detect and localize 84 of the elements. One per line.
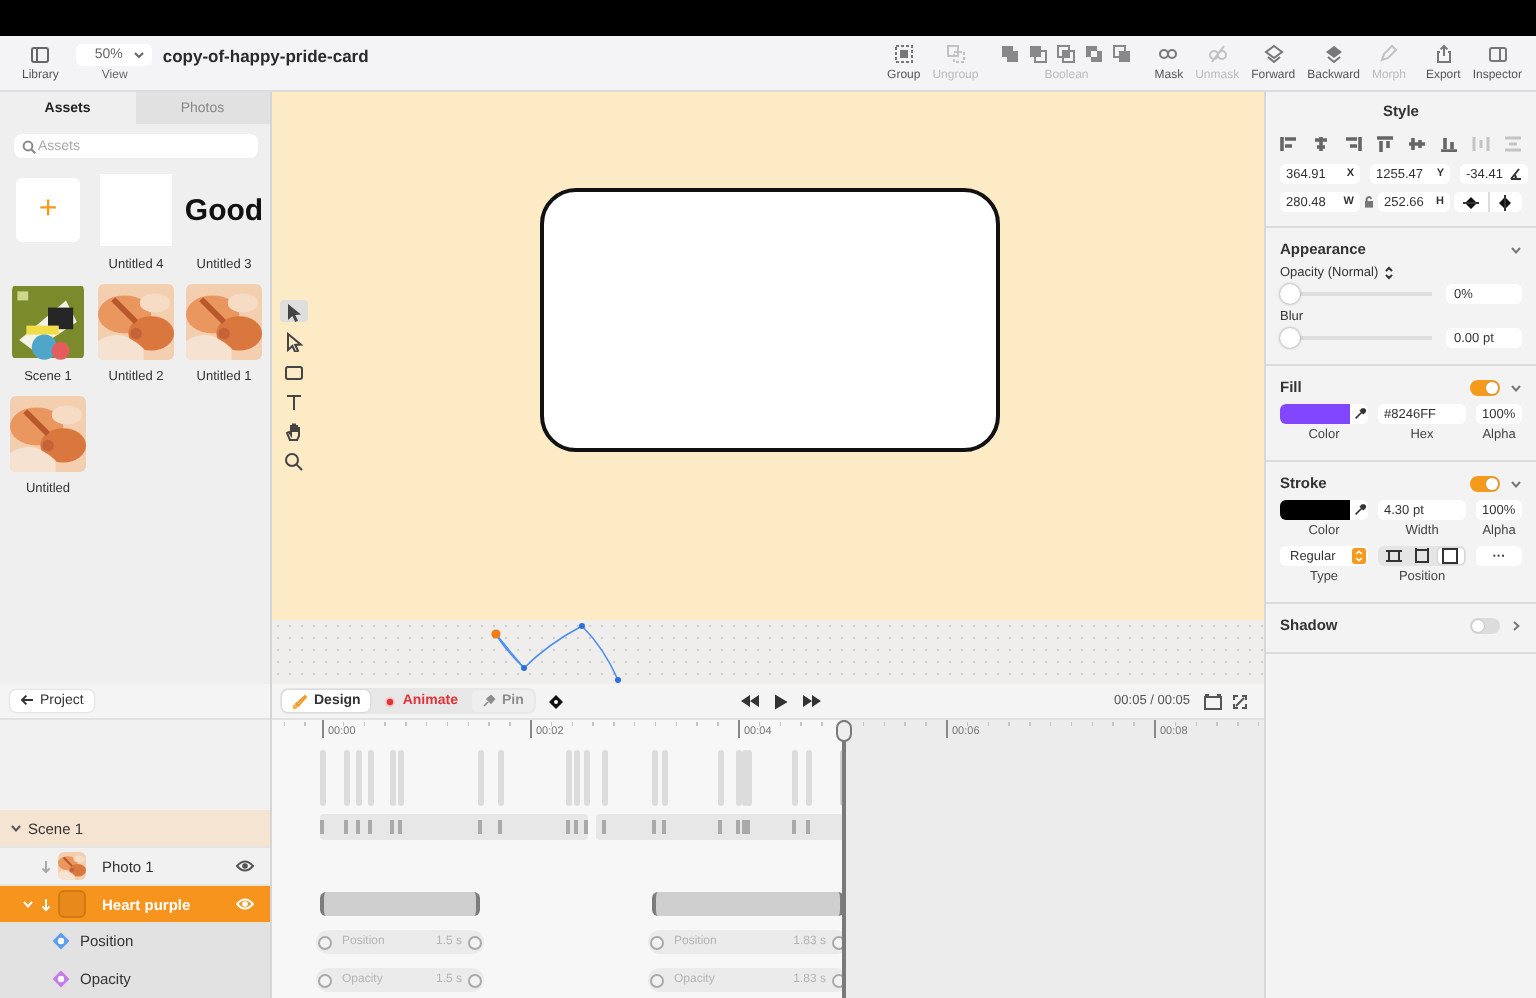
align-icon[interactable] (1376, 136, 1394, 152)
stroke-position-button[interactable] (1437, 548, 1464, 564)
rectangle-icon (284, 361, 304, 381)
clip-bar[interactable] (652, 892, 844, 916)
overlapping-squares-icon (1000, 44, 1021, 64)
unmask-icon (1207, 44, 1228, 64)
slider-thumb[interactable] (1280, 328, 1300, 348)
keyframe-handle[interactable] (650, 935, 664, 949)
keyframe-icon[interactable] (547, 693, 564, 709)
chevron-icon[interactable] (1510, 243, 1522, 255)
keyframe-handle[interactable] (832, 973, 846, 987)
shape-thumbnail (58, 890, 86, 919)
align-icon[interactable] (1408, 136, 1426, 152)
layer-up-icon (1263, 44, 1284, 64)
keyframe-handle[interactable] (650, 973, 664, 987)
align-icon[interactable] (1280, 136, 1298, 152)
clip-bar[interactable] (320, 892, 480, 916)
play-icon[interactable] (773, 693, 788, 709)
overlapping-squares-icon (1028, 44, 1049, 64)
stroke-position-button[interactable] (1380, 548, 1407, 564)
chevron-icon[interactable] (1510, 477, 1522, 489)
pin-icon (481, 694, 496, 708)
document-title: copy-of-happy-pride-card (162, 46, 369, 66)
outline-pointer-icon (284, 331, 304, 351)
stepper-icon[interactable] (1384, 266, 1395, 280)
search-icon (22, 139, 36, 153)
overlapping-squares-icon (1084, 44, 1105, 64)
tool-button[interactable] (280, 300, 308, 322)
eyedropper-button[interactable] (1350, 404, 1368, 424)
lock-icon[interactable] (1364, 196, 1374, 208)
rewind-icon[interactable] (739, 694, 760, 708)
chevron-icon[interactable] (1510, 619, 1522, 631)
expand-icon[interactable] (1232, 693, 1248, 709)
eyedropper-icon (1353, 408, 1365, 420)
toggle-switch[interactable] (1470, 379, 1500, 395)
keyframe-handle[interactable] (318, 973, 332, 987)
eyedropper-button[interactable] (1350, 500, 1368, 520)
overlapping-squares-icon (1112, 44, 1133, 64)
color-swatch[interactable] (1280, 404, 1350, 424)
arrow-left-icon (20, 694, 34, 707)
frame-icon[interactable] (1204, 693, 1222, 709)
mask-icon (1158, 44, 1179, 64)
chevron-icon[interactable] (1510, 381, 1522, 393)
grouped-squares-icon (893, 44, 914, 64)
keyframe-handle[interactable] (468, 973, 482, 987)
hand-icon (284, 421, 304, 441)
text-icon (284, 391, 304, 411)
thumbnail-text: Good (184, 193, 264, 227)
slider-thumb[interactable] (1280, 284, 1300, 304)
keyframe-handle[interactable] (468, 935, 482, 949)
toggle-switch[interactable] (1470, 617, 1500, 633)
angle-icon (1510, 168, 1522, 180)
brush-icon (292, 693, 308, 709)
record-dot-icon (384, 695, 397, 707)
layer-down-icon (1323, 44, 1344, 64)
align-icon[interactable] (1312, 136, 1330, 152)
keyframe-handle[interactable] (832, 935, 846, 949)
sidebar-right-icon (1487, 44, 1508, 64)
chevron-icon[interactable] (10, 822, 22, 835)
flip-vertical-icon (1461, 195, 1480, 209)
stepper-icon (1352, 548, 1366, 564)
align-icon[interactable] (1440, 136, 1458, 152)
tool-button[interactable] (280, 450, 308, 472)
keyframe-handle[interactable] (318, 935, 332, 949)
overlapping-squares-icon (1056, 44, 1077, 64)
tool-button[interactable] (280, 360, 308, 382)
align-icon[interactable] (1344, 136, 1362, 152)
stroke-position-icon (1442, 548, 1459, 564)
export-icon (1433, 44, 1454, 64)
zoom-icon (284, 451, 304, 471)
separate-squares-icon (945, 44, 966, 64)
toggle-switch[interactable] (1470, 475, 1500, 491)
color-swatch[interactable] (1280, 500, 1350, 520)
sidebar-icon (30, 45, 51, 63)
fast-forward-icon[interactable] (801, 694, 822, 708)
stroke-position-icon (1385, 548, 1402, 564)
eyedropper-icon (1353, 504, 1365, 516)
caret-icon (134, 52, 145, 58)
pen-icon (1378, 44, 1399, 64)
stroke-position-icon (1413, 548, 1430, 564)
pointer-icon (284, 301, 304, 321)
eye-icon[interactable] (236, 860, 254, 873)
flip-horizontal-icon (1498, 193, 1513, 211)
playhead[interactable] (836, 720, 852, 998)
